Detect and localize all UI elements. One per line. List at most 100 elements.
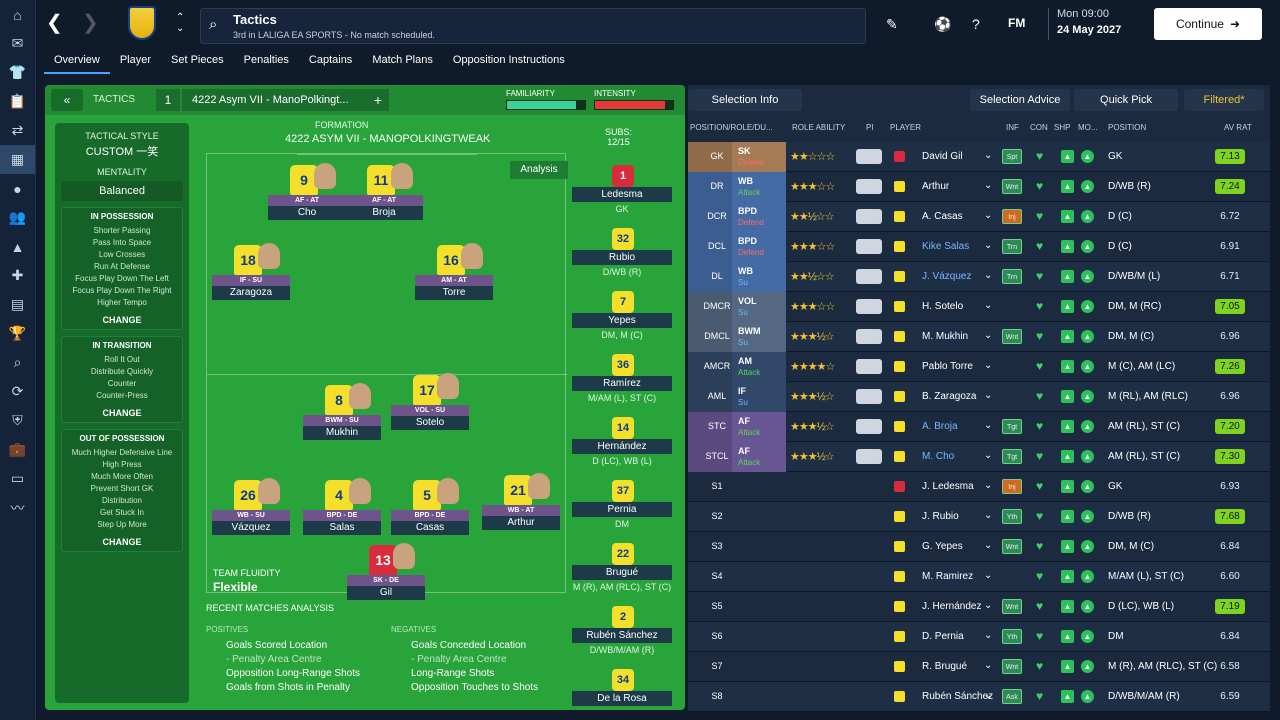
training-icon[interactable]: ▲: [0, 232, 35, 261]
chevron-down-icon[interactable]: ⌄: [984, 150, 992, 161]
squad-icon[interactable]: 👕: [0, 58, 35, 87]
card-icon[interactable]: ▭: [0, 464, 35, 493]
player-name[interactable]: D. Pernia: [922, 631, 964, 642]
player-name[interactable]: Arthur: [922, 181, 949, 192]
tab-penalties[interactable]: Penalties: [234, 48, 299, 74]
forward-arrow-icon[interactable]: ❯: [82, 10, 99, 35]
chevron-down-icon[interactable]: ⌄: [984, 540, 992, 551]
table-row[interactable]: DCR BPD Defend ★★½☆☆ A. Casas ⌄ Inj ♥ ▲ ▲ D (C) 6.7…: [688, 202, 1270, 232]
player-instructions-button[interactable]: [856, 449, 882, 464]
chevron-down-icon[interactable]: ⌄: [984, 390, 992, 401]
quick-pick-dropdown[interactable]: Quick Pick: [1074, 89, 1178, 111]
player-instructions-button[interactable]: [856, 149, 882, 164]
player-instructions-button[interactable]: [856, 299, 882, 314]
player-name[interactable]: David Gil: [922, 151, 963, 162]
collapse-button[interactable]: «: [51, 89, 83, 111]
player-name[interactable]: J. Vázquez: [922, 271, 971, 282]
chevron-down-icon[interactable]: ⌄: [984, 270, 992, 281]
player-name[interactable]: M. Mukhin: [922, 331, 968, 342]
home-icon[interactable]: ⌂: [0, 0, 35, 29]
table-row[interactable]: DMCR VOL Su ★★★☆☆ H. Sotelo ⌄ ♥ ▲ ▲ DM, M (RC) 7.0…: [688, 292, 1270, 322]
chevron-down-icon[interactable]: ⌄: [984, 420, 992, 431]
player-instructions-button[interactable]: [856, 329, 882, 344]
tab-overview[interactable]: Overview: [44, 48, 110, 74]
substitute[interactable]: 34 De la Rosa: [572, 669, 677, 710]
tab-match-plans[interactable]: Match Plans: [362, 48, 443, 74]
player-name[interactable]: J. Rubio: [922, 511, 959, 522]
substitute[interactable]: 36 Ramírez M/AM (L), ST (C): [572, 354, 677, 417]
table-row[interactable]: S8 Rubén Sánchez ⌄ Ask ♥ ▲ ▲ D/WB/M/AM (R) 6.59: [688, 682, 1270, 712]
player-instructions-button[interactable]: [856, 359, 882, 374]
player-name[interactable]: H. Sotelo: [922, 301, 963, 312]
table-row[interactable]: GK SK Defend ★★☆☆☆ David Gil ⌄ Spt ♥ ▲ ▲ GK 7.13: [688, 142, 1270, 172]
chevron-updown-icon[interactable]: ⌃ ⌄: [176, 12, 184, 34]
player-instructions-button[interactable]: [856, 419, 882, 434]
club-icon[interactable]: ⛨: [0, 406, 35, 435]
staff-icon[interactable]: 👥: [0, 203, 35, 232]
chevron-down-icon[interactable]: ⌄: [984, 630, 992, 641]
trophy-icon[interactable]: 🏆: [0, 319, 35, 348]
help-icon[interactable]: ?: [972, 16, 980, 32]
tactic-name-dropdown[interactable]: 4222 Asym VII - ManoPolkingt...: [182, 89, 368, 111]
player-instructions-button[interactable]: [856, 179, 882, 194]
table-row[interactable]: AML IF Su ★★★½☆ B. Zaragoza ⌄ ♥ ▲ ▲ M (RL), AM (R…: [688, 382, 1270, 412]
schedule-icon[interactable]: ▤: [0, 290, 35, 319]
player-name[interactable]: Pablo Torre: [922, 361, 973, 372]
selection-info-dropdown[interactable]: Selection Info: [688, 89, 802, 111]
chevron-down-icon[interactable]: ⌄: [984, 180, 992, 191]
substitute[interactable]: 1 Ledesma GK: [572, 165, 677, 228]
trend-icon[interactable]: 〰: [0, 493, 35, 522]
scouting-icon[interactable]: ⌕: [0, 348, 35, 377]
table-row[interactable]: STCL AF Attack ★★★½☆ M. Cho ⌄ Tgt ♥ ▲ ▲ AM (RL), S…: [688, 442, 1270, 472]
table-row[interactable]: S7 R. Brugué ⌄ Wnt ♥ ▲ ▲ M (R), AM (RLC), ST (C…: [688, 652, 1270, 682]
ball-icon[interactable]: ⚽: [934, 16, 951, 33]
clipboard-icon[interactable]: 📋: [0, 87, 35, 116]
table-row[interactable]: DL WB Su ★★½☆☆ J. Vázquez ⌄ Trn ♥ ▲ ▲ D/WB/M (L) 6.…: [688, 262, 1270, 292]
player-name[interactable]: Kike Salas: [922, 241, 969, 252]
edit-icon[interactable]: ✎: [886, 16, 898, 33]
substitute[interactable]: 32 Rubio D/WB (R): [572, 228, 677, 291]
finances-icon[interactable]: 💼: [0, 435, 35, 464]
medical-icon[interactable]: ✚: [0, 261, 35, 290]
substitute[interactable]: 14 Hernández D (LC), WB (L): [572, 417, 677, 480]
tab-set-pieces[interactable]: Set Pieces: [161, 48, 234, 74]
player-instructions-button[interactable]: [856, 239, 882, 254]
recent-matches-analysis-link[interactable]: RECENT MATCHES ANALYSIS: [206, 603, 334, 613]
chevron-down-icon[interactable]: ⌄: [984, 510, 992, 521]
refresh-icon[interactable]: ⟳: [0, 377, 35, 406]
mentality-dropdown[interactable]: Balanced: [61, 181, 183, 201]
substitute[interactable]: 7 Yepes DM, M (C): [572, 291, 677, 354]
tactics-icon[interactable]: ▦: [0, 145, 35, 174]
inbox-icon[interactable]: ✉: [0, 29, 35, 58]
selection-advice-button[interactable]: Selection Advice: [970, 89, 1070, 111]
table-row[interactable]: DR WB Attack ★★★☆☆ Arthur ⌄ Wnt ♥ ▲ ▲ D/WB (R) 7.24: [688, 172, 1270, 202]
table-row[interactable]: S6 D. Pernia ⌄ Yth ♥ ▲ ▲ DM 6.84: [688, 622, 1270, 652]
chevron-down-icon[interactable]: ⌄: [984, 330, 992, 341]
filtered-dropdown[interactable]: Filtered*: [1184, 89, 1264, 111]
player-instructions-button[interactable]: [856, 209, 882, 224]
formation-dropdown[interactable]: 4222 ASYM VII - MANOPOLKINGTWEAK: [285, 133, 490, 145]
table-row[interactable]: S1 J. Ledesma ⌄ Inj ♥ ▲ ▲ GK 6.93: [688, 472, 1270, 502]
table-row[interactable]: S3 G. Yepes ⌄ Wnt ♥ ▲ ▲ DM, M (C) 6.84: [688, 532, 1270, 562]
chevron-down-icon[interactable]: ⌄: [984, 210, 992, 221]
tactical-style-dropdown[interactable]: CUSTOM 一笑: [55, 143, 189, 159]
chevron-down-icon[interactable]: ⌄: [984, 570, 992, 581]
fm-icon[interactable]: FM: [1008, 16, 1025, 30]
player-name[interactable]: A. Broja: [922, 421, 958, 432]
search-box[interactable]: ⌕ Tactics 3rd in LALIGA EA SPORTS - No m…: [200, 8, 866, 44]
chevron-down-icon[interactable]: ⌄: [984, 660, 992, 671]
player-name[interactable]: A. Casas: [922, 211, 963, 222]
table-row[interactable]: STC AF Attack ★★★½☆ A. Broja ⌄ Tgt ♥ ▲ ▲ AM (RL), …: [688, 412, 1270, 442]
chevron-down-icon[interactable]: ⌄: [984, 300, 992, 311]
substitute[interactable]: 22 Brugué M (R), AM (RLC), ST (C): [572, 543, 677, 606]
player-name[interactable]: M. Cho: [922, 451, 954, 462]
chevron-down-icon[interactable]: ⌄: [984, 360, 992, 371]
player-name[interactable]: G. Yepes: [922, 541, 963, 552]
player-name[interactable]: J. Hernández: [922, 601, 981, 612]
change-transition-button[interactable]: CHANGE: [64, 408, 180, 418]
player-name[interactable]: J. Ledesma: [922, 481, 974, 492]
chevron-down-icon[interactable]: ⌄: [984, 240, 992, 251]
table-row[interactable]: DCL BPD Defend ★★★☆☆ Kike Salas ⌄ Trn ♥ ▲ ▲ D (C) 6…: [688, 232, 1270, 262]
analysis-button[interactable]: Analysis: [510, 161, 568, 179]
chevron-down-icon[interactable]: ⌄: [984, 450, 992, 461]
